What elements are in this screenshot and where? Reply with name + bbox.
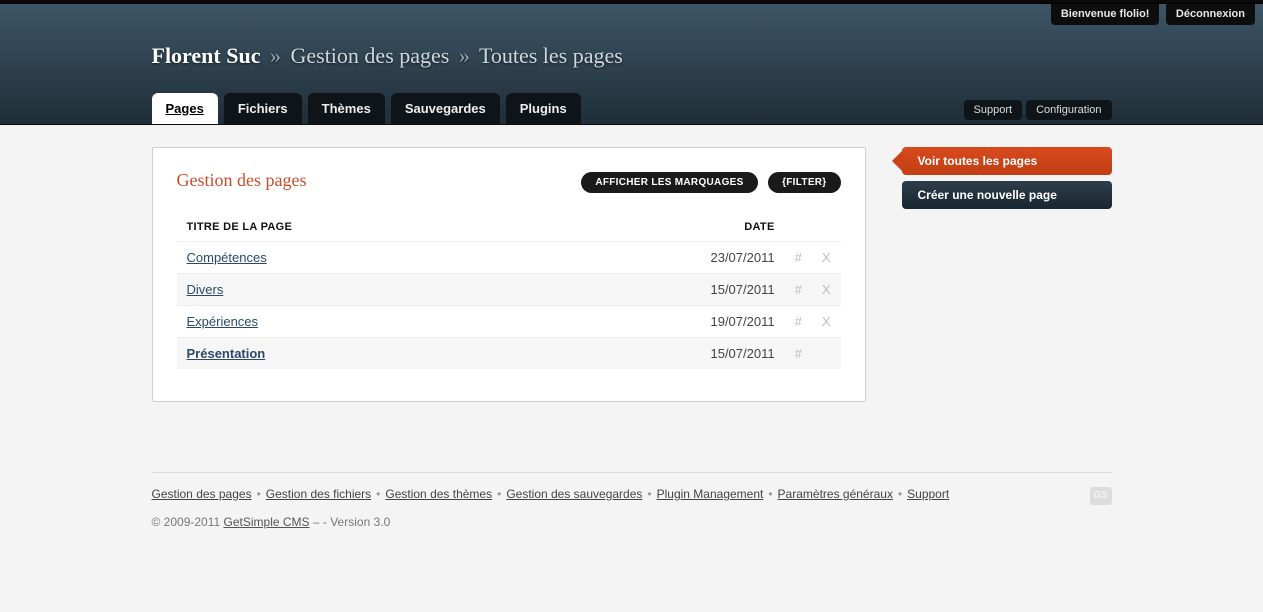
show-tags-button[interactable]: AFFICHER LES MARQUAGES — [581, 172, 757, 193]
page-date: 19/07/2011 — [685, 306, 785, 338]
tab-backups[interactable]: Sauvegardes — [391, 93, 500, 124]
hash-icon[interactable]: # — [785, 242, 812, 274]
page-link[interactable]: Présentation — [187, 346, 266, 361]
crumb-page: Toutes les pages — [479, 43, 623, 68]
sidebar-view-all[interactable]: Voir toutes les pages — [902, 147, 1112, 175]
footer-link[interactable]: Gestion des sauvegardes — [506, 487, 642, 501]
hash-icon[interactable]: # — [785, 306, 812, 338]
main-tabs: Pages Fichiers Thèmes Sauvegardes Plugin… — [152, 93, 581, 124]
table-row: Présentation 15/07/2011# — [177, 338, 841, 370]
tab-pages[interactable]: Pages — [152, 93, 218, 124]
delete-icon — [812, 338, 841, 370]
page-date: 15/07/2011 — [685, 274, 785, 306]
table-row: Divers 15/07/2011#X — [177, 274, 841, 306]
page-date: 15/07/2011 — [685, 338, 785, 370]
tab-plugins[interactable]: Plugins — [506, 93, 581, 124]
pages-table: TITRE DE LA PAGE DATE Compétences 23/07/2… — [177, 213, 841, 369]
logout-link[interactable]: Déconnexion — [1166, 4, 1255, 25]
footer-link[interactable]: Gestion des thèmes — [385, 487, 492, 501]
support-button[interactable]: Support — [964, 100, 1023, 120]
tab-files[interactable]: Fichiers — [224, 93, 302, 124]
page-link[interactable]: Expériences — [187, 314, 259, 329]
table-row: Compétences 23/07/2011#X — [177, 242, 841, 274]
pages-panel: Gestion des pages AFFICHER LES MARQUAGES… — [152, 147, 866, 402]
crumb-section[interactable]: Gestion des pages — [290, 43, 449, 68]
welcome-label: Bienvenue flolio! — [1051, 4, 1160, 25]
tab-themes[interactable]: Thèmes — [308, 93, 385, 124]
breadcrumb: Florent Suc » Gestion des pages » Toutes… — [152, 25, 1112, 93]
page-link[interactable]: Compétences — [187, 250, 267, 265]
footer-links: Gestion des pages•Gestion des fichiers•G… — [152, 487, 1112, 501]
configuration-button[interactable]: Configuration — [1026, 100, 1111, 120]
sidebar: Voir toutes les pages Créer une nouvelle… — [902, 147, 1112, 215]
hash-icon[interactable]: # — [785, 338, 812, 370]
site-title[interactable]: Florent Suc — [152, 43, 261, 68]
col-title: TITRE DE LA PAGE — [177, 213, 685, 242]
footer-link[interactable]: Paramètres généraux — [778, 487, 893, 501]
delete-icon[interactable]: X — [812, 274, 841, 306]
gs-badge-icon: GS — [1090, 487, 1112, 505]
filter-button[interactable]: {FILTER} — [768, 172, 840, 193]
delete-icon[interactable]: X — [812, 242, 841, 274]
panel-title: Gestion des pages — [177, 170, 307, 191]
sidebar-create-new[interactable]: Créer une nouvelle page — [902, 181, 1112, 209]
hash-icon[interactable]: # — [785, 274, 812, 306]
page-link[interactable]: Divers — [187, 282, 224, 297]
footer-link[interactable]: Gestion des pages — [152, 487, 252, 501]
table-row: Expériences 19/07/2011#X — [177, 306, 841, 338]
footer-copyright: © 2009-2011 GetSimple CMS – - Version 3.… — [152, 515, 1112, 529]
col-date: DATE — [685, 213, 785, 242]
footer-link[interactable]: Gestion des fichiers — [266, 487, 371, 501]
footer-link[interactable]: Support — [907, 487, 949, 501]
footer-link[interactable]: Plugin Management — [657, 487, 764, 501]
product-link[interactable]: GetSimple CMS — [224, 515, 310, 529]
delete-icon[interactable]: X — [812, 306, 841, 338]
page-date: 23/07/2011 — [685, 242, 785, 274]
